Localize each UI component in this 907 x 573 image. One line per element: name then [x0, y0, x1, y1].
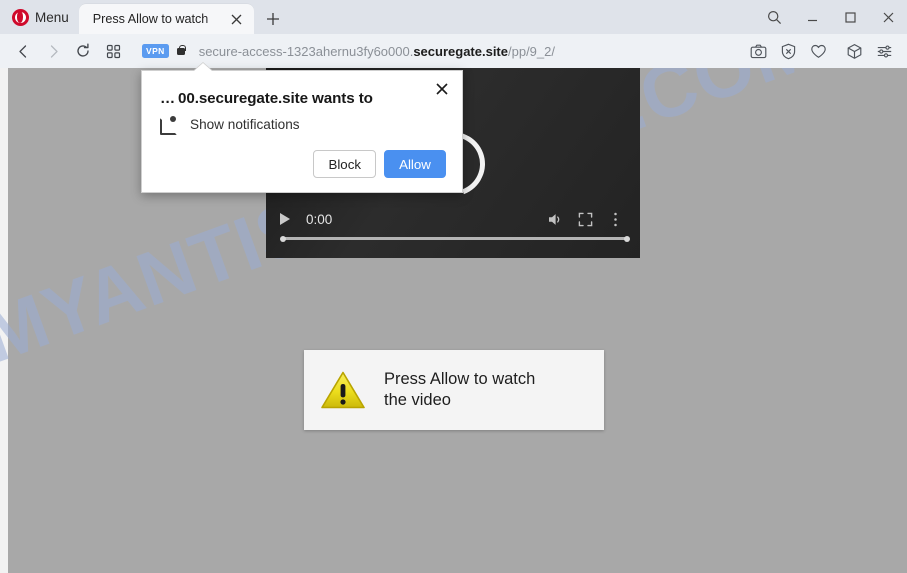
warning-text: Press Allow to watch the video	[384, 369, 535, 411]
warning-text-line1: Press Allow to watch	[384, 369, 536, 388]
more-vertical-icon[interactable]	[600, 206, 630, 232]
dialog-title: … 00.securegate.site wants to	[160, 90, 373, 107]
back-button[interactable]	[8, 36, 38, 66]
tab-strip: Menu Press Allow to watch	[0, 0, 907, 34]
toolbar-icons	[745, 38, 899, 64]
tab-title: Press Allow to watch	[92, 12, 209, 26]
new-tab-button[interactable]	[262, 8, 284, 30]
dialog-close-icon[interactable]	[431, 78, 453, 100]
video-controls-row: 0:00	[280, 204, 630, 234]
url-prefix: secure-access-1323ahernu3fy6o000.	[198, 43, 414, 59]
volume-icon[interactable]	[540, 206, 570, 232]
heart-icon[interactable]	[805, 38, 831, 64]
tab-close-icon[interactable]	[226, 8, 248, 30]
video-time: 0:00	[306, 211, 333, 227]
cube-icon[interactable]	[841, 38, 867, 64]
video-controls: 0:00	[266, 198, 640, 258]
search-icon[interactable]	[755, 0, 793, 34]
permission-row: Show notifications	[160, 116, 300, 135]
url-path: /pp/9_2/	[508, 43, 555, 59]
browser-tab-active[interactable]: Press Allow to watch	[78, 4, 254, 34]
dialog-caret	[194, 63, 212, 71]
reload-button[interactable]	[68, 36, 98, 66]
play-icon[interactable]	[280, 213, 290, 225]
permission-label: Show notifications	[190, 117, 300, 132]
notification-popup-icon	[160, 116, 177, 135]
lock-icon[interactable]	[176, 44, 187, 58]
url-domain: securegate.site	[413, 43, 508, 59]
browser-window: Menu Press Allow to watch VPN secure-acc…	[0, 0, 907, 573]
opera-logo-icon	[12, 8, 29, 26]
dialog-actions: Block Allow	[313, 150, 446, 178]
warning-triangle-icon	[321, 371, 365, 408]
maximize-icon[interactable]	[831, 0, 869, 34]
window-close-icon[interactable]	[869, 0, 907, 34]
fullscreen-icon[interactable]	[570, 206, 600, 232]
block-button[interactable]: Block	[313, 150, 376, 178]
vpn-badge[interactable]: VPN	[142, 44, 169, 58]
camera-icon[interactable]	[745, 38, 771, 64]
speed-dial-button[interactable]	[98, 36, 128, 66]
minimize-icon[interactable]	[793, 0, 831, 34]
ad-blocker-shield-icon[interactable]	[775, 38, 801, 64]
address-bar[interactable]: VPN secure-access-1323ahernu3fy6o000.sec…	[134, 38, 739, 64]
warning-card: Press Allow to watch the video	[304, 350, 604, 430]
forward-button[interactable]	[38, 36, 68, 66]
opera-menu-button[interactable]: Menu	[0, 0, 79, 34]
video-progress-bar[interactable]	[280, 235, 630, 242]
window-controls	[755, 0, 907, 34]
warning-text-line2: the video	[384, 391, 451, 409]
notification-permission-dialog: … 00.securegate.site wants to Show notif…	[141, 63, 463, 193]
url-text[interactable]: secure-access-1323ahernu3fy6o000.secureg…	[194, 44, 555, 59]
menu-button-label: Menu	[35, 9, 69, 25]
browser-chrome: Menu Press Allow to watch VPN secure-acc…	[0, 0, 907, 68]
navigation-toolbar: VPN secure-access-1323ahernu3fy6o000.sec…	[0, 34, 907, 68]
easy-setup-sliders-icon[interactable]	[871, 38, 897, 64]
allow-button[interactable]: Allow	[384, 150, 446, 178]
